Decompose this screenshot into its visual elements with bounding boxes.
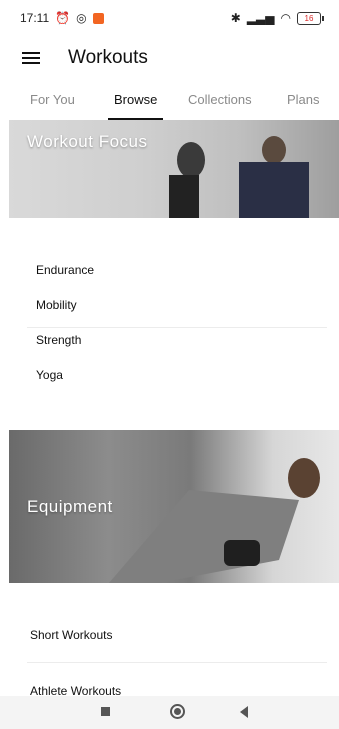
list-item-strength[interactable]: Strength [36,333,81,347]
recents-button[interactable] [101,707,110,716]
tab-collections[interactable]: Collections [188,84,252,120]
system-navigation-bar [0,696,339,729]
wifi-icon: ◠ [280,11,291,25]
list-item-mobility[interactable]: Mobility [36,298,77,312]
equipment-title: Equipment [27,497,113,516]
workout-focus-title: Workout Focus [27,132,148,151]
battery-level: 16 [304,13,314,23]
home-button[interactable] [170,704,185,719]
tab-browse[interactable]: Browse [107,84,164,120]
alarm-off-icon: ⏰ [55,11,71,25]
page-title: Workouts [68,47,148,68]
back-button[interactable] [240,706,248,718]
status-bar-left: 17:11 ⏰ ◎ [20,11,104,25]
battery-icon: 16 [297,11,324,25]
whatsapp-icon: ◎ [76,11,87,25]
divider [27,662,327,663]
workout-focus-banner[interactable]: Workout Focus [9,120,339,218]
divider [27,327,327,328]
tab-for-you[interactable]: For You [30,84,75,120]
status-bar: 17:11 ⏰ ◎ ✱ ▂▃▅ ◠ 16 [0,0,339,36]
bluetooth-icon: ✱ [230,11,241,25]
list-item-endurance[interactable]: Endurance [36,263,94,277]
signal-icon: ▂▃▅ [246,11,275,25]
status-bar-right: ✱ ▂▃▅ ◠ 16 [230,11,324,25]
tab-plans[interactable]: Plans [287,84,320,120]
list-item-yoga[interactable]: Yoga [36,368,63,382]
app-header: Workouts [0,36,339,80]
tab-bar: For You Browse Collections Plans [0,84,339,120]
status-time: 17:11 [20,11,50,25]
app-notification-icon [92,12,104,24]
menu-icon[interactable] [22,50,44,66]
equipment-banner[interactable]: Equipment [9,430,339,583]
list-item-short-workouts[interactable]: Short Workouts [30,628,112,642]
